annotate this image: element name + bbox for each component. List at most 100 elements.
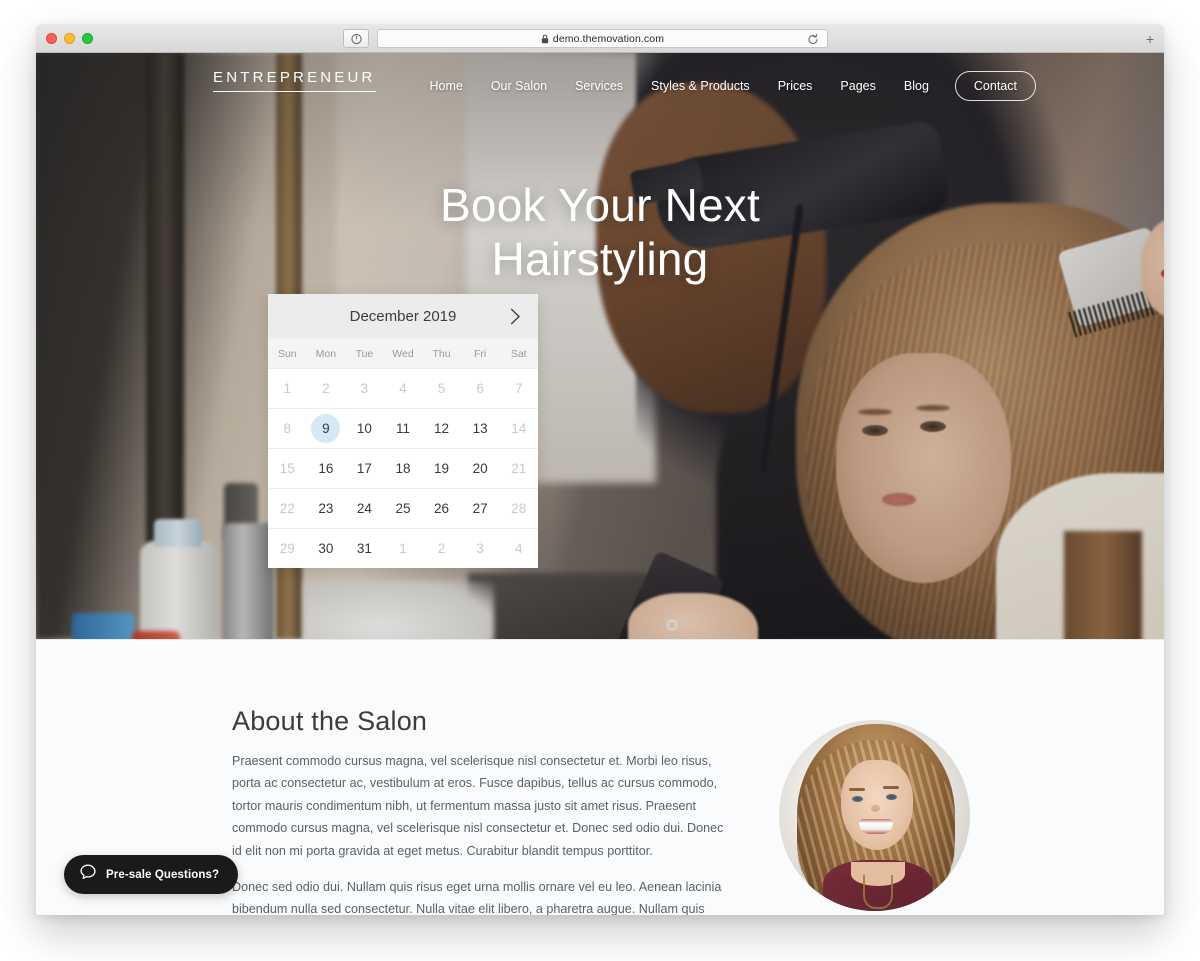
url-text: demo.themovation.com	[552, 32, 665, 45]
calendar-day: 14	[499, 408, 538, 448]
close-window-button[interactable]	[46, 33, 57, 44]
address-bar[interactable]: demo.themovation.com	[377, 29, 828, 48]
nav-links: Home Our Salon Services Styles & Product…	[415, 71, 1036, 101]
nav-item-prices[interactable]: Prices	[764, 79, 827, 93]
calendar-day-label: 5	[437, 381, 446, 396]
calendar-day[interactable]: 30	[306, 528, 346, 568]
calendar-day[interactable]: 23	[306, 488, 346, 528]
new-tab-button[interactable]: +	[1142, 31, 1158, 47]
calendar-day: 4	[499, 528, 538, 568]
calendar-day[interactable]: 27	[460, 488, 500, 528]
calendar-day-label: 28	[511, 501, 527, 516]
browser-chrome-bar: demo.themovation.com +	[36, 24, 1164, 53]
calendar-day: 3	[345, 368, 384, 408]
weekday-tue: Tue	[355, 347, 374, 360]
calendar-day[interactable]: 19	[422, 448, 461, 488]
calendar-day: 3	[460, 528, 500, 568]
about-title: About the Salon	[232, 706, 428, 736]
shield-icon[interactable]	[343, 29, 369, 48]
calendar-day-label: 1	[283, 381, 292, 396]
calendar-day[interactable]: 16	[306, 448, 346, 488]
calendar-header: December 2019	[268, 294, 538, 339]
weekday-mon: Mon	[315, 347, 337, 360]
calendar-day[interactable]: 20	[460, 448, 500, 488]
chat-widget-label: Pre-sale Questions?	[106, 868, 220, 881]
hero-title-line-2: Hairstyling	[491, 232, 709, 285]
calendar-day[interactable]: 26	[422, 488, 461, 528]
calendar-day-label: 4	[514, 541, 523, 556]
calendar-day-label: 26	[434, 501, 450, 516]
calendar-day-label: 22	[279, 501, 295, 516]
calendar-day-label: 19	[434, 461, 450, 476]
main-navigation: ENTREPRENEUR Home Our Salon Services Sty…	[36, 53, 1164, 109]
calendar-month-label: December 2019	[349, 308, 457, 325]
lock-icon	[541, 34, 549, 43]
calendar-day[interactable]: 25	[383, 488, 423, 528]
site-logo[interactable]: ENTREPRENEUR	[213, 69, 376, 92]
weekday-sun: Sun	[277, 347, 297, 360]
calendar-day-label: 2	[437, 541, 446, 556]
page-viewport: ENTREPRENEUR Home Our Salon Services Sty…	[36, 53, 1164, 915]
nav-item-styles-products[interactable]: Styles & Products	[637, 79, 764, 93]
calendar-day-label: 15	[279, 461, 295, 476]
calendar-day-label: 3	[360, 381, 369, 396]
calendar-day-grid[interactable]: 1 2 3 4 5 6 7 8 9 10 11 12 13 14 15 16 17 18 19 20 21 22 23 24 2…	[268, 368, 538, 568]
calendar-day: 1	[383, 528, 423, 568]
calendar-day: 15	[268, 448, 307, 488]
calendar-day[interactable]: 11	[383, 408, 423, 448]
calendar-day-selected[interactable]: 9	[306, 408, 346, 448]
calendar-day[interactable]: 17	[345, 448, 384, 488]
nav-item-pages[interactable]: Pages	[826, 79, 889, 93]
nav-item-our-salon[interactable]: Our Salon	[477, 79, 561, 93]
calendar-day-label: 1	[399, 541, 407, 556]
calendar-day: 21	[499, 448, 538, 488]
calendar-day-label: 3	[476, 541, 484, 556]
hero-title-line-1: Book Your Next	[440, 179, 760, 231]
calendar-day-label: 8	[283, 421, 292, 436]
url-display: demo.themovation.com	[541, 33, 664, 45]
calendar-day-label: 31	[356, 541, 372, 556]
chat-bubble-icon	[79, 863, 97, 886]
chevron-right-icon[interactable]	[505, 307, 525, 327]
about-body: Praesent commodo cursus magna, vel scele…	[232, 750, 732, 915]
calendar-day: 8	[268, 408, 307, 448]
calendar-day-label: 21	[511, 461, 527, 476]
calendar-weekday-row: Sun Mon Tue Wed Thu Fri Sat	[268, 339, 538, 368]
about-paragraph-2: Donec sed odio dui. Nullam quis risus eg…	[232, 880, 722, 915]
booking-calendar[interactable]: December 2019 Sun Mon Tue Wed Thu Fri Sa…	[268, 294, 538, 568]
presale-chat-widget[interactable]: Pre-sale Questions?	[64, 855, 239, 894]
nav-item-services[interactable]: Services	[561, 79, 637, 93]
calendar-day-label: 2	[322, 381, 330, 396]
calendar-day: 2	[306, 368, 346, 408]
calendar-day-label: 25	[395, 501, 411, 516]
calendar-day[interactable]: 24	[345, 488, 384, 528]
calendar-day[interactable]: 12	[422, 408, 461, 448]
minimize-window-button[interactable]	[64, 33, 75, 44]
calendar-day-label: 23	[318, 501, 334, 516]
calendar-day[interactable]: 18	[383, 448, 423, 488]
maximize-window-button[interactable]	[82, 33, 93, 44]
calendar-day: 5	[422, 368, 461, 408]
calendar-day[interactable]: 10	[345, 408, 384, 448]
calendar-day-label: 18	[395, 461, 411, 476]
calendar-day-label: 29	[279, 541, 295, 556]
calendar-day[interactable]: 13	[460, 408, 500, 448]
nav-item-blog[interactable]: Blog	[890, 79, 943, 93]
calendar-day[interactable]: 31	[345, 528, 384, 568]
reload-icon[interactable]	[807, 33, 819, 51]
calendar-day: 7	[499, 368, 538, 408]
nav-item-home[interactable]: Home	[415, 79, 476, 93]
browser-window: demo.themovation.com + ENTREPRENEUR Home…	[36, 24, 1164, 915]
calendar-day: 4	[383, 368, 423, 408]
calendar-day: 6	[460, 368, 500, 408]
weekday-sat: Sat	[510, 347, 527, 360]
nav-contact-button[interactable]: Contact	[954, 71, 1036, 101]
calendar-day: 22	[268, 488, 307, 528]
calendar-day: 2	[422, 528, 461, 568]
avatar	[779, 720, 970, 911]
calendar-day: 1	[268, 368, 307, 408]
hero-background-photo	[36, 53, 1164, 639]
calendar-day-label: 4	[399, 381, 407, 396]
hero-section: ENTREPRENEUR Home Our Salon Services Sty…	[36, 53, 1164, 639]
calendar-day-label: 30	[318, 541, 334, 556]
